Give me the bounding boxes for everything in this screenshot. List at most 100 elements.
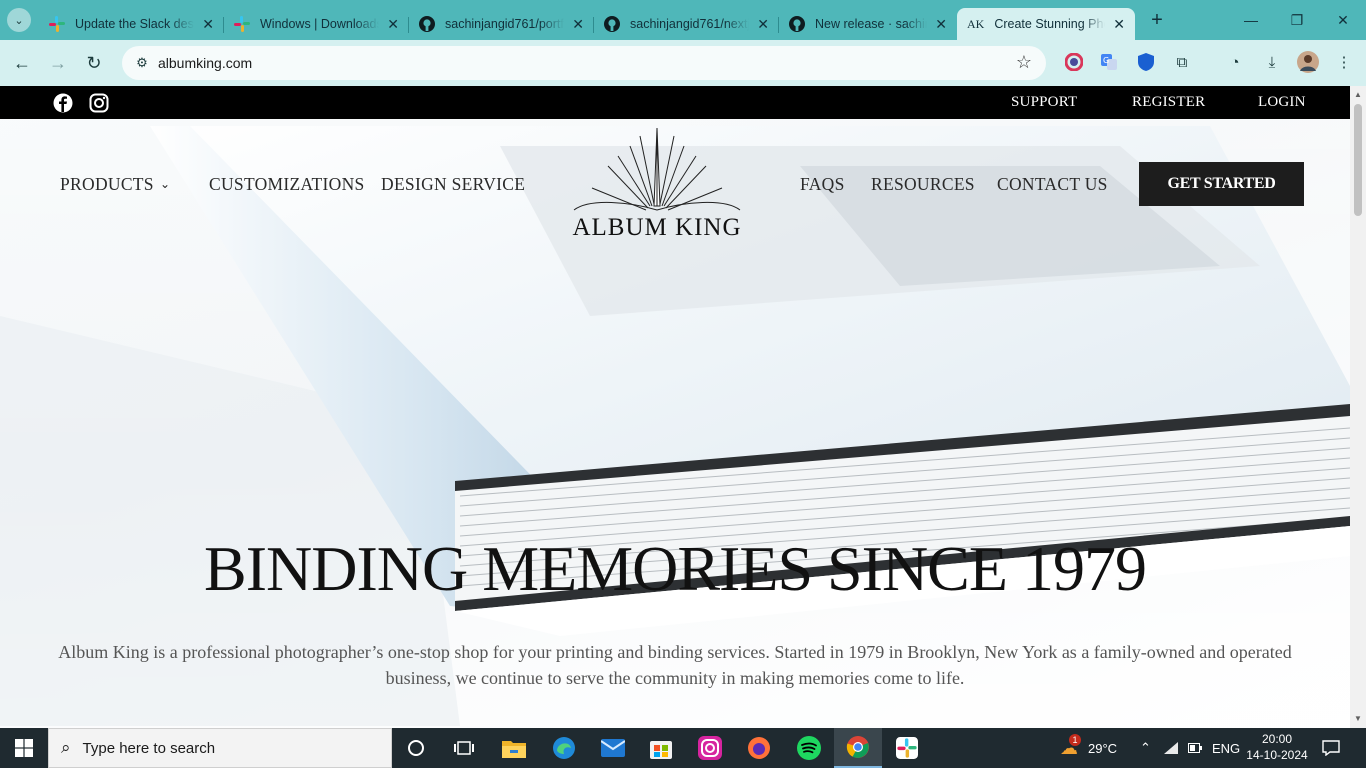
slack-app-icon[interactable] bbox=[883, 728, 931, 768]
support-link[interactable]: SUPPORT bbox=[1011, 94, 1077, 111]
task-view-button[interactable] bbox=[440, 728, 488, 768]
nav-resources[interactable]: RESOURCES bbox=[871, 174, 975, 195]
spotify-icon[interactable] bbox=[785, 728, 833, 768]
taskbar-search[interactable]: ⌕ Type here to search bbox=[48, 728, 392, 768]
tab-album-king[interactable]: AK Create Stunning Photo Albums ✕ bbox=[957, 8, 1135, 40]
shield-extension-icon[interactable] bbox=[1134, 50, 1158, 74]
svg-text:G: G bbox=[1103, 56, 1109, 65]
chevron-down-icon: ⌄ bbox=[14, 14, 24, 27]
minimize-icon: — bbox=[1244, 12, 1258, 28]
slack-icon bbox=[234, 16, 250, 32]
site-info-icon[interactable]: ⚙ bbox=[130, 51, 154, 75]
color-extension-icon[interactable] bbox=[1062, 50, 1086, 74]
clock-time: 20:00 bbox=[1261, 732, 1293, 746]
page-scrollbar[interactable]: ▲ ▼ bbox=[1350, 86, 1366, 728]
nav-faqs[interactable]: FAQS bbox=[800, 174, 845, 195]
tab-title: Update the Slack desktop app bbox=[75, 17, 194, 31]
notifications-icon[interactable] bbox=[1322, 728, 1340, 768]
instagram-icon[interactable] bbox=[89, 93, 109, 113]
back-button[interactable]: ← bbox=[6, 47, 38, 79]
forward-button[interactable]: → bbox=[42, 47, 74, 79]
language-indicator[interactable]: ENG bbox=[1212, 728, 1240, 768]
scroll-up-icon[interactable]: ▲ bbox=[1354, 90, 1362, 99]
firefox-icon[interactable] bbox=[735, 728, 783, 768]
new-tab-button[interactable]: + bbox=[1143, 6, 1171, 34]
chevron-up-icon: ⌃ bbox=[1140, 740, 1151, 755]
battery-icon[interactable] bbox=[1188, 728, 1202, 768]
address-bar[interactable]: ⚙ albumking.com ☆ bbox=[122, 46, 1046, 80]
close-tab-icon[interactable]: ✕ bbox=[202, 16, 214, 33]
tab-title: Create Stunning Photo Albums bbox=[994, 17, 1105, 31]
top-utility-bar: SUPPORT REGISTER LOGIN bbox=[0, 86, 1350, 119]
weather-icon: ☁ 1 bbox=[1060, 733, 1081, 759]
weather-temp: 29°C bbox=[1088, 740, 1118, 756]
windows-taskbar: ⌕ Type here to search ☁ 1 29°C ⌃ ENG 20:… bbox=[0, 728, 1366, 768]
weather-badge: 1 bbox=[1069, 733, 1081, 746]
start-button[interactable] bbox=[0, 728, 48, 768]
tab-search-button[interactable]: ⌄ bbox=[7, 8, 31, 32]
nav-products[interactable]: PRODUCTS bbox=[60, 174, 154, 195]
hero-description: Album King is a professional photographe… bbox=[58, 642, 1292, 688]
search-icon: ⌕ bbox=[61, 738, 71, 757]
clock-date: 14-10-2024 bbox=[1246, 748, 1308, 762]
tab-title: New release · sachinjangid761 bbox=[815, 17, 927, 31]
nav-contact-us[interactable]: CONTACT US bbox=[997, 174, 1108, 195]
close-tab-icon[interactable]: ✕ bbox=[935, 16, 947, 33]
translate-extension-icon[interactable]: G bbox=[1097, 50, 1121, 74]
github-icon bbox=[604, 16, 620, 32]
tab-slack-update[interactable]: Update the Slack desktop app ✕ bbox=[39, 8, 224, 40]
file-explorer-icon[interactable] bbox=[490, 728, 538, 768]
close-tab-icon[interactable]: ✕ bbox=[757, 16, 769, 33]
login-link[interactable]: LOGIN bbox=[1258, 94, 1306, 111]
search-placeholder: Type here to search bbox=[82, 739, 216, 757]
scroll-thumb[interactable] bbox=[1354, 104, 1362, 216]
get-started-button[interactable]: GET STARTED bbox=[1139, 162, 1304, 206]
restore-button[interactable]: ❐ bbox=[1274, 0, 1320, 40]
crown-rays-icon bbox=[573, 127, 741, 211]
arrow-right-icon: → bbox=[49, 52, 67, 73]
cortana-button[interactable] bbox=[392, 728, 440, 768]
network-icon[interactable] bbox=[1164, 728, 1178, 768]
close-tab-icon[interactable]: ✕ bbox=[1113, 16, 1125, 33]
reload-button[interactable]: ↻ bbox=[78, 47, 110, 79]
slack-icon bbox=[49, 16, 65, 32]
tab-github-portfolio[interactable]: sachinjangid761/portfolio ✕ bbox=[409, 8, 594, 40]
plus-icon: + bbox=[1151, 8, 1163, 31]
restore-icon: ❐ bbox=[1290, 11, 1304, 28]
weather-widget[interactable]: ☁ 1 29°C bbox=[1060, 728, 1117, 768]
download-icon[interactable]: ⤓ bbox=[1260, 50, 1284, 74]
register-link[interactable]: REGISTER bbox=[1132, 94, 1205, 111]
nav-design-service[interactable]: DESIGN SERVICE bbox=[381, 174, 525, 195]
close-tab-icon[interactable]: ✕ bbox=[387, 16, 399, 33]
logo-wordmark[interactable]: ALBUM KING bbox=[570, 214, 744, 242]
performance-icon[interactable]: ◔ bbox=[1223, 50, 1247, 74]
extensions-puzzle-icon[interactable]: ⧉ bbox=[1170, 50, 1194, 74]
nav-customizations[interactable]: CUSTOMIZATIONS bbox=[209, 174, 365, 195]
instagram-app-icon[interactable] bbox=[686, 728, 734, 768]
web-page: SUPPORT REGISTER LOGIN PRODUCTS ⌄ CUSTOM… bbox=[0, 86, 1350, 728]
clock[interactable]: 20:00 14-10-2024 bbox=[1244, 731, 1310, 763]
scroll-down-icon[interactable]: ▼ bbox=[1354, 714, 1362, 723]
close-window-button[interactable]: ✕ bbox=[1320, 0, 1366, 40]
address-text[interactable]: albumking.com bbox=[158, 55, 252, 71]
tab-title: Windows | Downloads | Slack bbox=[260, 17, 380, 31]
tab-github-next[interactable]: sachinjangid761/nextjs-app ✕ bbox=[594, 8, 779, 40]
bookmark-star-icon[interactable]: ☆ bbox=[1016, 52, 1032, 73]
github-icon bbox=[789, 16, 805, 32]
close-tab-icon[interactable]: ✕ bbox=[572, 16, 584, 33]
store-icon[interactable] bbox=[637, 728, 685, 768]
chrome-icon[interactable] bbox=[834, 728, 882, 768]
edge-icon[interactable] bbox=[540, 728, 588, 768]
minimize-button[interactable]: — bbox=[1228, 0, 1274, 40]
browser-toolbar: ← → ↻ ⚙ albumking.com ☆ bbox=[0, 40, 1366, 86]
browser-menu-icon[interactable]: ⋮ bbox=[1332, 50, 1356, 74]
tab-strip: ⌄ Update the Slack desktop app ✕ Windows… bbox=[0, 0, 1366, 40]
chevron-down-icon[interactable]: ⌄ bbox=[160, 177, 170, 191]
tab-github-release[interactable]: New release · sachinjangid761 ✕ bbox=[779, 8, 957, 40]
tab-title: sachinjangid761/portfolio bbox=[445, 17, 564, 31]
profile-avatar[interactable] bbox=[1296, 50, 1320, 74]
show-hidden-icons[interactable]: ⌃ bbox=[1140, 728, 1151, 768]
mail-icon[interactable] bbox=[589, 728, 637, 768]
facebook-icon[interactable] bbox=[53, 93, 73, 113]
tab-slack-downloads[interactable]: Windows | Downloads | Slack ✕ bbox=[224, 8, 409, 40]
